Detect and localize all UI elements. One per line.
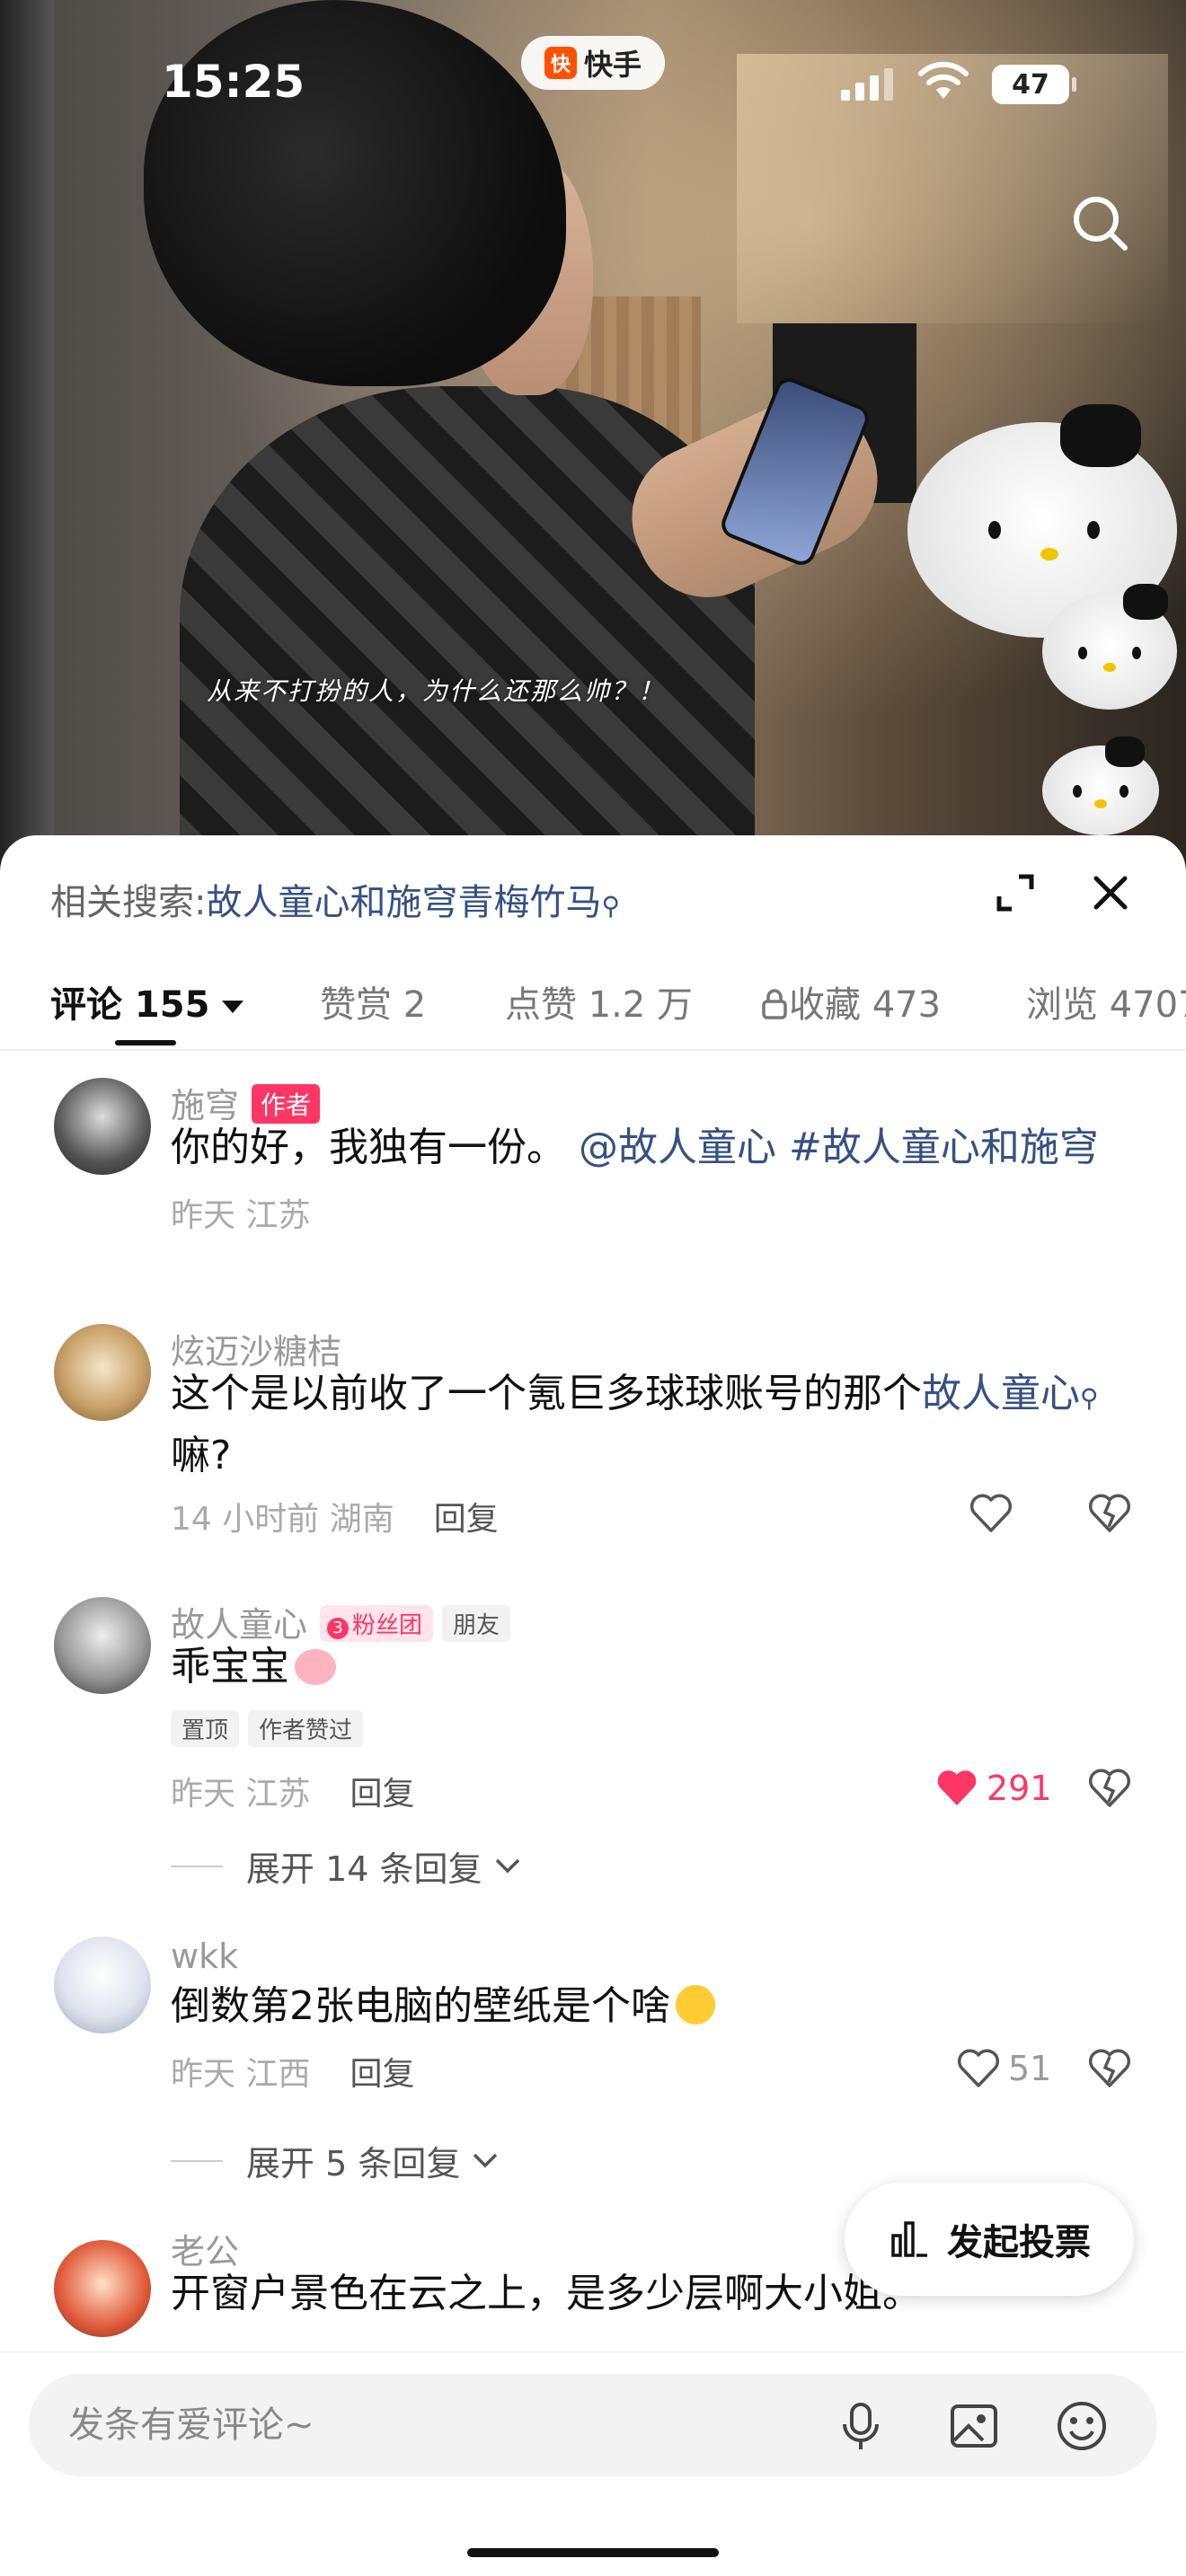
pig-emoji-icon (295, 1649, 336, 1685)
emoji-icon[interactable] (1055, 2399, 1109, 2453)
expand-replies-button[interactable]: 展开 5 条回复 (171, 2136, 503, 2185)
comment-text: 倒数第2张电脑的壁纸是个啥 (171, 1978, 1114, 2035)
comment-input-container (29, 2374, 1157, 2476)
image-icon[interactable] (947, 2399, 1001, 2453)
heart-filled-icon (937, 1770, 977, 1805)
status-time: 15:25 (162, 56, 305, 108)
like-count: 51 (1008, 2049, 1052, 2088)
comment-meta: 昨天 江西 回复 (171, 2048, 414, 2095)
tab-comments[interactable]: 评论 155 (50, 975, 244, 1028)
comment-body: 这个是以前收了一个氪巨多球球账号的那个 (171, 1371, 922, 1416)
heart-outline-icon (957, 2049, 1000, 2087)
comment-input-bar (0, 2351, 1186, 2576)
tab-likes[interactable]: 点赞 1.2 万 (505, 975, 693, 1028)
comment-time-location: 昨天 江苏 (171, 1776, 311, 1813)
comment-meta: 昨天 江苏 回复 (171, 1768, 414, 1814)
divider-line (171, 2159, 223, 2162)
fullscreen-expand-icon[interactable] (992, 869, 1039, 916)
comment-author-name[interactable]: wkk (171, 1936, 238, 1976)
expand-replies-button[interactable]: 展开 14 条回复 (171, 1841, 526, 1891)
dislike-broken-heart-icon[interactable] (1087, 1491, 1132, 1536)
search-small-icon: ⚲ (1080, 1383, 1099, 1413)
comment-meta: 昨天 江苏 (171, 1197, 311, 1234)
like-button[interactable]: 51 (956, 2046, 1051, 2091)
chevron-down-icon (495, 1858, 519, 1873)
comment-time-location: 14 小时前 湖南 (171, 1501, 394, 1538)
dislike-broken-heart-icon[interactable] (1087, 1766, 1132, 1811)
reply-button[interactable]: 回复 (434, 1501, 499, 1538)
tab-favorites-label: 收藏 473 (789, 984, 942, 1026)
chevron-down-icon (474, 2153, 498, 2167)
comment-tabs: 评论 155 赞赏 2 点赞 1.2 万 收藏 473 浏览 4707 (0, 961, 1186, 1051)
start-poll-button[interactable]: 发起投票 (845, 2183, 1134, 2296)
comment-text: 乖宝宝 (171, 1638, 1114, 1696)
tab-comments-label: 评论 155 (50, 984, 210, 1026)
comment-meta: 14 小时前 湖南 回复 (171, 1493, 499, 1539)
related-search-keyword[interactable]: 故人童心和施穹青梅竹马 (206, 882, 601, 923)
active-tab-underline (115, 1040, 176, 1045)
like-button[interactable]: 291 (934, 1766, 1052, 1811)
cellular-signal-icon (841, 68, 893, 101)
search-small-icon: ⚲ (601, 891, 620, 921)
related-search-label: 相关搜索: (50, 882, 207, 923)
author-badge: 作者 (252, 1084, 321, 1124)
like-count: 291 (987, 1769, 1052, 1808)
avatar[interactable] (54, 1324, 151, 1421)
comment-time-location: 昨天 江西 (171, 2056, 311, 2093)
close-icon[interactable] (1087, 869, 1134, 916)
author-liked-tag: 作者赞过 (248, 1710, 364, 1747)
comment-text: 这个是以前收了一个氪巨多球球账号的那个故人童心⚲ 嘛? (171, 1365, 1114, 1485)
fan-level: 3 (327, 1618, 350, 1639)
fan-club-label: 粉丝团 (352, 1612, 423, 1639)
fan-club-badge: 3 粉丝团 (320, 1605, 434, 1642)
tab-rewards[interactable]: 赞赏 2 (320, 975, 426, 1028)
reply-button[interactable]: 回复 (350, 1776, 414, 1813)
comment-text: 你的好，我独有一份。 @故人童心 #故人童心和施穹 (171, 1119, 1114, 1177)
video-wall (0, 0, 54, 862)
pinned-tag: 置顶 (171, 1710, 240, 1747)
app-name: 快手 (583, 48, 642, 82)
video-player[interactable]: 从来不打扮的人，为什么还那么帅？！ (0, 0, 1186, 862)
related-search[interactable]: 相关搜索:故人童心和施穹青梅竹马⚲ (50, 873, 620, 925)
comment-keyword-link[interactable]: 故人童心 (922, 1371, 1080, 1416)
microphone-icon[interactable] (834, 2399, 888, 2453)
kitty-figure-small (1042, 737, 1159, 835)
avatar[interactable] (54, 1936, 151, 2033)
dislike-broken-heart-icon[interactable] (1087, 2046, 1132, 2091)
comment-body: 乖宝宝 (171, 1644, 289, 1689)
bar-chart-icon (891, 2221, 927, 2257)
app-indicator-pill[interactable]: 快 快手 (521, 36, 665, 90)
search-icon[interactable] (1069, 192, 1132, 255)
tab-favorites[interactable]: 收藏 473 (760, 975, 941, 1028)
kuaishou-logo-icon: 快 (544, 47, 577, 79)
laughing-crying-emoji-icon (676, 1985, 715, 2025)
avatar[interactable] (54, 1597, 151, 1694)
video-caption: 从来不打扮的人，为什么还那么帅？！ (207, 676, 666, 706)
wifi-icon (918, 61, 969, 99)
friend-badge: 朋友 (442, 1605, 511, 1642)
battery-indicator: 47 (992, 65, 1076, 104)
lock-icon (762, 989, 787, 1019)
expand-replies-label: 展开 5 条回复 (246, 2144, 461, 2183)
tab-views[interactable]: 浏览 4707 (1026, 975, 1186, 1028)
avatar[interactable] (54, 2240, 151, 2337)
comment-input[interactable] (68, 2374, 805, 2476)
heart-outline-icon[interactable] (969, 1491, 1013, 1536)
expand-replies-label: 展开 14 条回复 (246, 1849, 482, 1889)
kitty-figure-medium (1042, 584, 1177, 710)
avatar[interactable] (54, 1078, 151, 1175)
comment-body-continued: 嘛? (171, 1433, 232, 1478)
divider-line (171, 1865, 223, 1867)
comment-body: 倒数第2张电脑的壁纸是个啥 (171, 1983, 670, 2029)
chevron-down-icon (222, 1001, 244, 1013)
comment-mentions[interactable]: @故人童心 #故人童心和施穹 (579, 1125, 1099, 1170)
start-poll-label: 发起投票 (947, 2222, 1091, 2263)
comment-sheet: 相关搜索:故人童心和施穹青梅竹马⚲ 评论 155 赞赏 2 点赞 1.2 万 收… (0, 835, 1186, 2576)
comment-tags: 置顶 作者赞过 (171, 1710, 372, 1747)
comment-body: 你的好，我独有一份。 (171, 1125, 566, 1170)
home-indicator[interactable] (467, 2548, 719, 2557)
reply-button[interactable]: 回复 (350, 2056, 414, 2093)
